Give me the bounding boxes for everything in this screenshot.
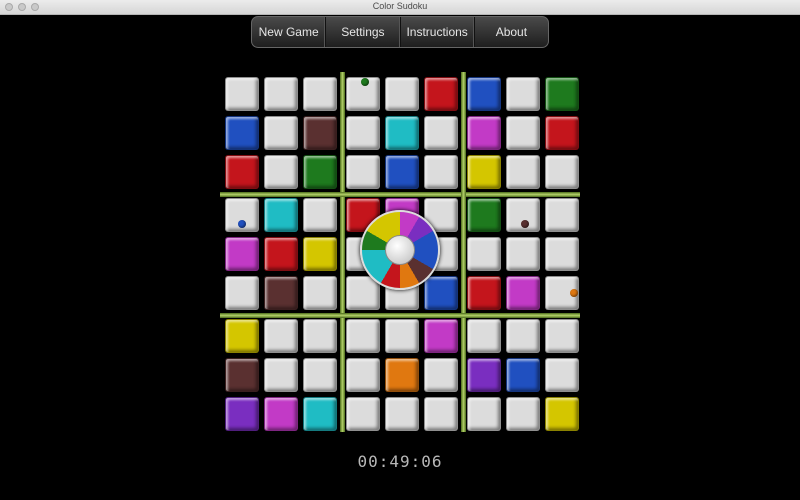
sudoku-cell[interactable]: [264, 319, 298, 353]
sudoku-cell[interactable]: [303, 198, 337, 232]
sudoku-cell[interactable]: [385, 358, 419, 392]
sudoku-cell[interactable]: [467, 358, 501, 392]
sudoku-cell[interactable]: [303, 358, 337, 392]
sudoku-cell[interactable]: [385, 116, 419, 150]
sudoku-cell[interactable]: [545, 77, 579, 111]
sudoku-cell[interactable]: [467, 155, 501, 189]
sudoku-cell[interactable]: [225, 155, 259, 189]
color-picker-center[interactable]: [385, 235, 415, 265]
sudoku-cell[interactable]: [346, 155, 380, 189]
sudoku-cell[interactable]: [264, 237, 298, 271]
sudoku-cell[interactable]: [264, 198, 298, 232]
sudoku-cell[interactable]: [225, 358, 259, 392]
sudoku-cell[interactable]: [346, 358, 380, 392]
sudoku-cell[interactable]: [303, 237, 337, 271]
sudoku-cell[interactable]: [424, 276, 458, 310]
sudoku-cell[interactable]: [303, 276, 337, 310]
settings-button[interactable]: Settings: [326, 17, 401, 47]
sudoku-cell[interactable]: [506, 237, 540, 271]
sudoku-cell[interactable]: [264, 116, 298, 150]
cell-marker-dot: [361, 78, 369, 86]
sudoku-cell[interactable]: [467, 77, 501, 111]
sudoku-cell[interactable]: [303, 116, 337, 150]
sudoku-cell[interactable]: [545, 319, 579, 353]
sudoku-cell[interactable]: [467, 397, 501, 431]
sudoku-cell[interactable]: [506, 397, 540, 431]
box-divider-horizontal: [220, 192, 580, 197]
sudoku-cell[interactable]: [506, 155, 540, 189]
sudoku-cell[interactable]: [346, 116, 380, 150]
sudoku-cell[interactable]: [346, 319, 380, 353]
sudoku-cell[interactable]: [545, 237, 579, 271]
sudoku-cell[interactable]: [467, 276, 501, 310]
main-menu: New Game Settings Instructions About: [251, 16, 549, 48]
sudoku-cell[interactable]: [545, 116, 579, 150]
sudoku-cell[interactable]: [545, 358, 579, 392]
sudoku-cell[interactable]: [225, 276, 259, 310]
sudoku-cell[interactable]: [424, 155, 458, 189]
sudoku-cell[interactable]: [424, 116, 458, 150]
sudoku-cell[interactable]: [225, 77, 259, 111]
sudoku-cell[interactable]: [385, 319, 419, 353]
sudoku-cell[interactable]: [506, 116, 540, 150]
sudoku-cell[interactable]: [264, 77, 298, 111]
sudoku-cell[interactable]: [424, 319, 458, 353]
sudoku-cell[interactable]: [303, 319, 337, 353]
box-divider-vertical: [340, 72, 345, 432]
sudoku-cell[interactable]: [545, 198, 579, 232]
sudoku-cell[interactable]: [506, 276, 540, 310]
sudoku-cell[interactable]: [424, 358, 458, 392]
cell-marker-dot: [521, 220, 529, 228]
sudoku-cell[interactable]: [467, 237, 501, 271]
sudoku-cell[interactable]: [385, 77, 419, 111]
sudoku-cell[interactable]: [385, 155, 419, 189]
sudoku-cell[interactable]: [303, 155, 337, 189]
sudoku-cell[interactable]: [424, 397, 458, 431]
sudoku-cell[interactable]: [424, 77, 458, 111]
sudoku-cell[interactable]: [264, 358, 298, 392]
about-button[interactable]: About: [475, 17, 548, 47]
sudoku-cell[interactable]: [467, 198, 501, 232]
sudoku-cell[interactable]: [545, 397, 579, 431]
sudoku-cell[interactable]: [264, 155, 298, 189]
sudoku-cell[interactable]: [506, 358, 540, 392]
sudoku-cell[interactable]: [225, 237, 259, 271]
sudoku-cell[interactable]: [506, 319, 540, 353]
sudoku-cell[interactable]: [545, 155, 579, 189]
cell-marker-dot: [238, 220, 246, 228]
sudoku-cell[interactable]: [225, 116, 259, 150]
sudoku-cell[interactable]: [346, 397, 380, 431]
sudoku-cell[interactable]: [385, 397, 419, 431]
box-divider-vertical: [461, 72, 466, 432]
cell-marker-dot: [570, 289, 578, 297]
sudoku-cell[interactable]: [506, 77, 540, 111]
box-divider-horizontal: [220, 313, 580, 318]
window-titlebar: Color Sudoku: [0, 0, 800, 15]
sudoku-cell[interactable]: [264, 276, 298, 310]
sudoku-cell[interactable]: [225, 397, 259, 431]
window-title: Color Sudoku: [372, 1, 428, 11]
sudoku-cell[interactable]: [303, 397, 337, 431]
sudoku-cell[interactable]: [225, 319, 259, 353]
sudoku-cell[interactable]: [264, 397, 298, 431]
sudoku-cell[interactable]: [467, 116, 501, 150]
new-game-button[interactable]: New Game: [252, 17, 327, 47]
sudoku-cell[interactable]: [467, 319, 501, 353]
instructions-button[interactable]: Instructions: [401, 17, 475, 47]
sudoku-cell[interactable]: [303, 77, 337, 111]
game-timer: 00:49:06: [357, 452, 443, 471]
